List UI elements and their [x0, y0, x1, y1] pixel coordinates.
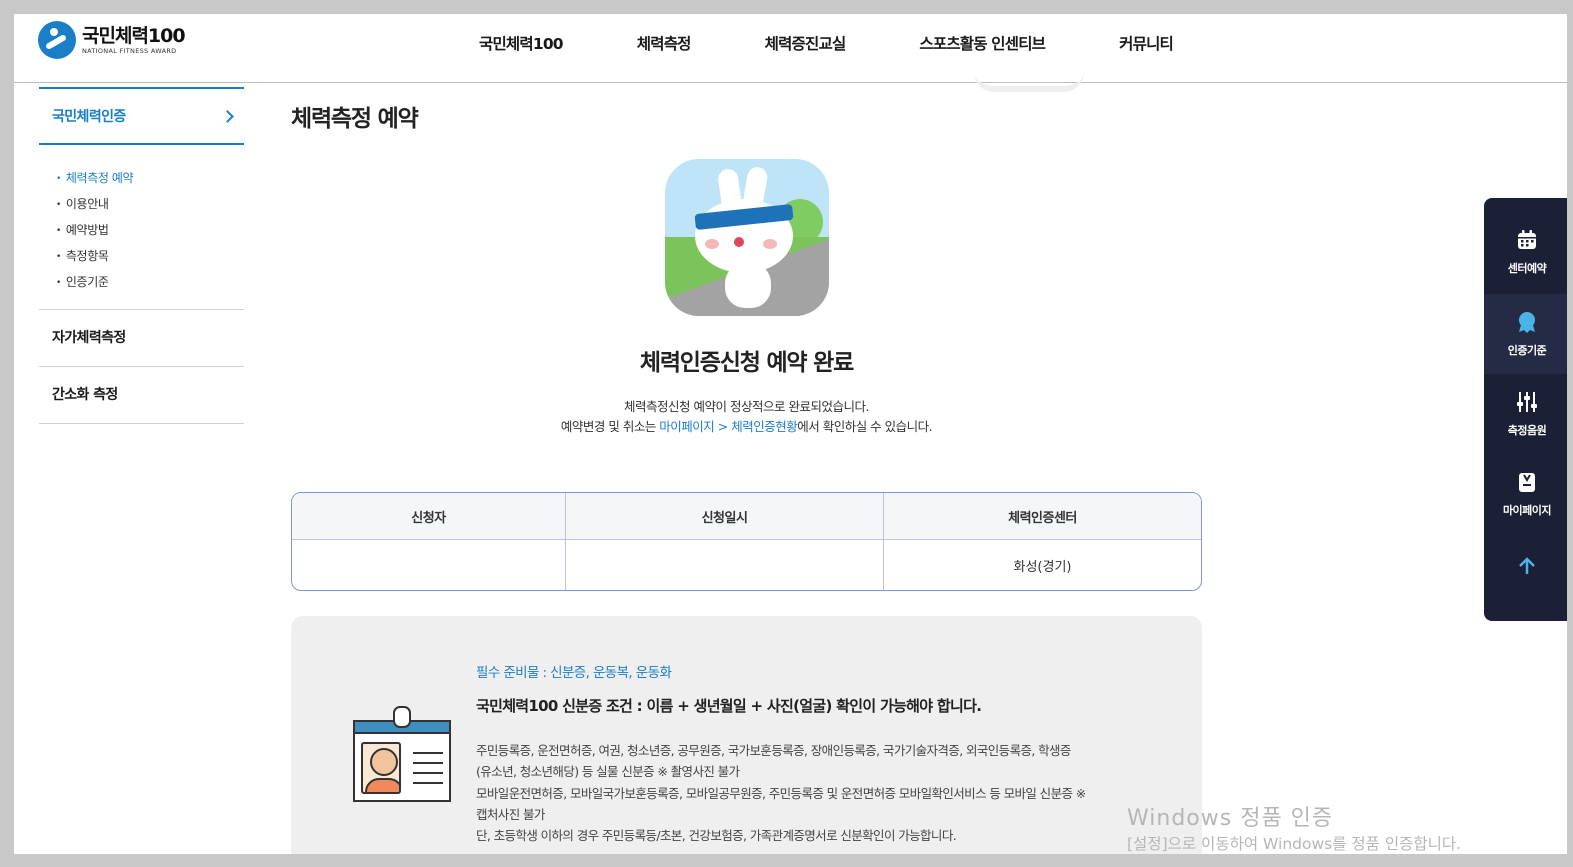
reservation-table: 신청자 신청일시 체력인증센터 화성(경기): [291, 492, 1202, 591]
completion-title: 체력인증신청 예약 완료: [639, 350, 854, 376]
mypage-link[interactable]: 마이페이지 > 체력인증현황: [659, 419, 797, 434]
chevron-right-icon: [221, 109, 234, 123]
clipboard-icon: [1514, 470, 1540, 494]
submenu-item-guide[interactable]: 이용안내: [56, 191, 244, 217]
calendar-icon: [1514, 228, 1540, 252]
gnb-item-community[interactable]: 커뮤니티: [1119, 32, 1174, 54]
id-description: 주민등록증, 운전면허증, 여권, 청소년증, 공무원증, 국가보훈등록증, 장…: [476, 743, 1086, 844]
page-title: 체력측정 예약: [291, 106, 419, 132]
id-card-icon: [353, 706, 451, 802]
table-header-applicant: 신청자: [292, 493, 565, 540]
table-header-center: 체력인증센터: [883, 493, 1201, 540]
windows-activation-message: [설정]으로 이동하여 Windows를 정품 인증합니다.: [1127, 835, 1462, 853]
quick-item-audio[interactable]: 측정음원: [1484, 374, 1567, 454]
scroll-top-button[interactable]: [1484, 548, 1567, 588]
gnb-item-national-fitness[interactable]: 국민체력100: [479, 32, 564, 54]
quick-item-mypage[interactable]: 마이페이지: [1484, 454, 1567, 534]
change-cancel-message: 예약변경 및 취소는 마이페이지 > 체력인증현황에서 확인하실 수 있습니다.: [560, 419, 933, 434]
quick-item-center-reservation[interactable]: 센터예약: [1484, 212, 1567, 292]
arrow-up-icon: [1518, 557, 1536, 579]
sliders-icon: [1514, 390, 1540, 414]
quick-menu: 센터예약 인증기준 측정음원 마이페이지: [1484, 198, 1567, 621]
logo-icon: [38, 21, 76, 59]
logo-subtitle: NATIONAL FITNESS AWARD: [82, 47, 177, 55]
gnb-item-fitness-measure[interactable]: 체력측정: [637, 32, 692, 54]
id-condition: 국민체력100 신분증 조건 : 이름 + 생년월일 + 사진(얼굴) 확인이 …: [476, 697, 982, 715]
windows-activation-title: Windows 정품 인증: [1127, 806, 1334, 831]
submenu-item-method[interactable]: 예약방법: [56, 217, 244, 243]
table-cell-applicant: [292, 540, 565, 590]
decorative-arc: [974, 72, 1084, 92]
table-cell-center: 화성(경기): [883, 540, 1201, 590]
site-header: 국민체력100 NATIONAL FITNESS AWARD 국민체력100 체…: [14, 14, 1567, 83]
browser-viewport: 국민체력100 NATIONAL FITNESS AWARD 국민체력100 체…: [14, 14, 1567, 854]
submenu-item-criteria[interactable]: 인증기준: [56, 269, 244, 295]
side-nav-section[interactable]: 국민체력인증: [39, 87, 244, 145]
completion-message: 체력측정신청 예약이 정상적으로 완료되었습니다.: [624, 399, 869, 414]
side-nav-submenu: 체력측정 예약 이용안내 예약방법 측정항목 인증기준: [39, 145, 244, 310]
gnb-item-fitness-class[interactable]: 체력증진교실: [765, 32, 847, 54]
side-nav-section-label: 국민체력인증: [52, 109, 126, 125]
logo-title: 국민체력100: [82, 25, 186, 47]
submenu-item-items[interactable]: 측정항목: [56, 243, 244, 269]
mascot-image: [665, 159, 829, 316]
quick-item-criteria[interactable]: 인증기준: [1484, 294, 1567, 374]
global-nav: 국민체력100 체력측정 체력증진교실 스포츠활동 인센티브 커뮤니티: [479, 32, 1174, 54]
table-header-date: 신청일시: [565, 493, 883, 540]
submenu-item-reservation[interactable]: 체력측정 예약: [56, 165, 244, 191]
preparation-info-box: 필수 준비물 : 신분증, 운동복, 운동화 국민체력100 신분증 조건 : …: [291, 616, 1202, 854]
site-logo[interactable]: 국민체력100 NATIONAL FITNESS AWARD: [38, 21, 186, 59]
gnb-item-sports-incentive[interactable]: 스포츠활동 인센티브: [919, 32, 1046, 54]
required-items: 필수 준비물 : 신분증, 운동복, 운동화: [476, 665, 672, 681]
table-cell-date: [565, 540, 883, 590]
badge-icon: [1514, 310, 1540, 334]
